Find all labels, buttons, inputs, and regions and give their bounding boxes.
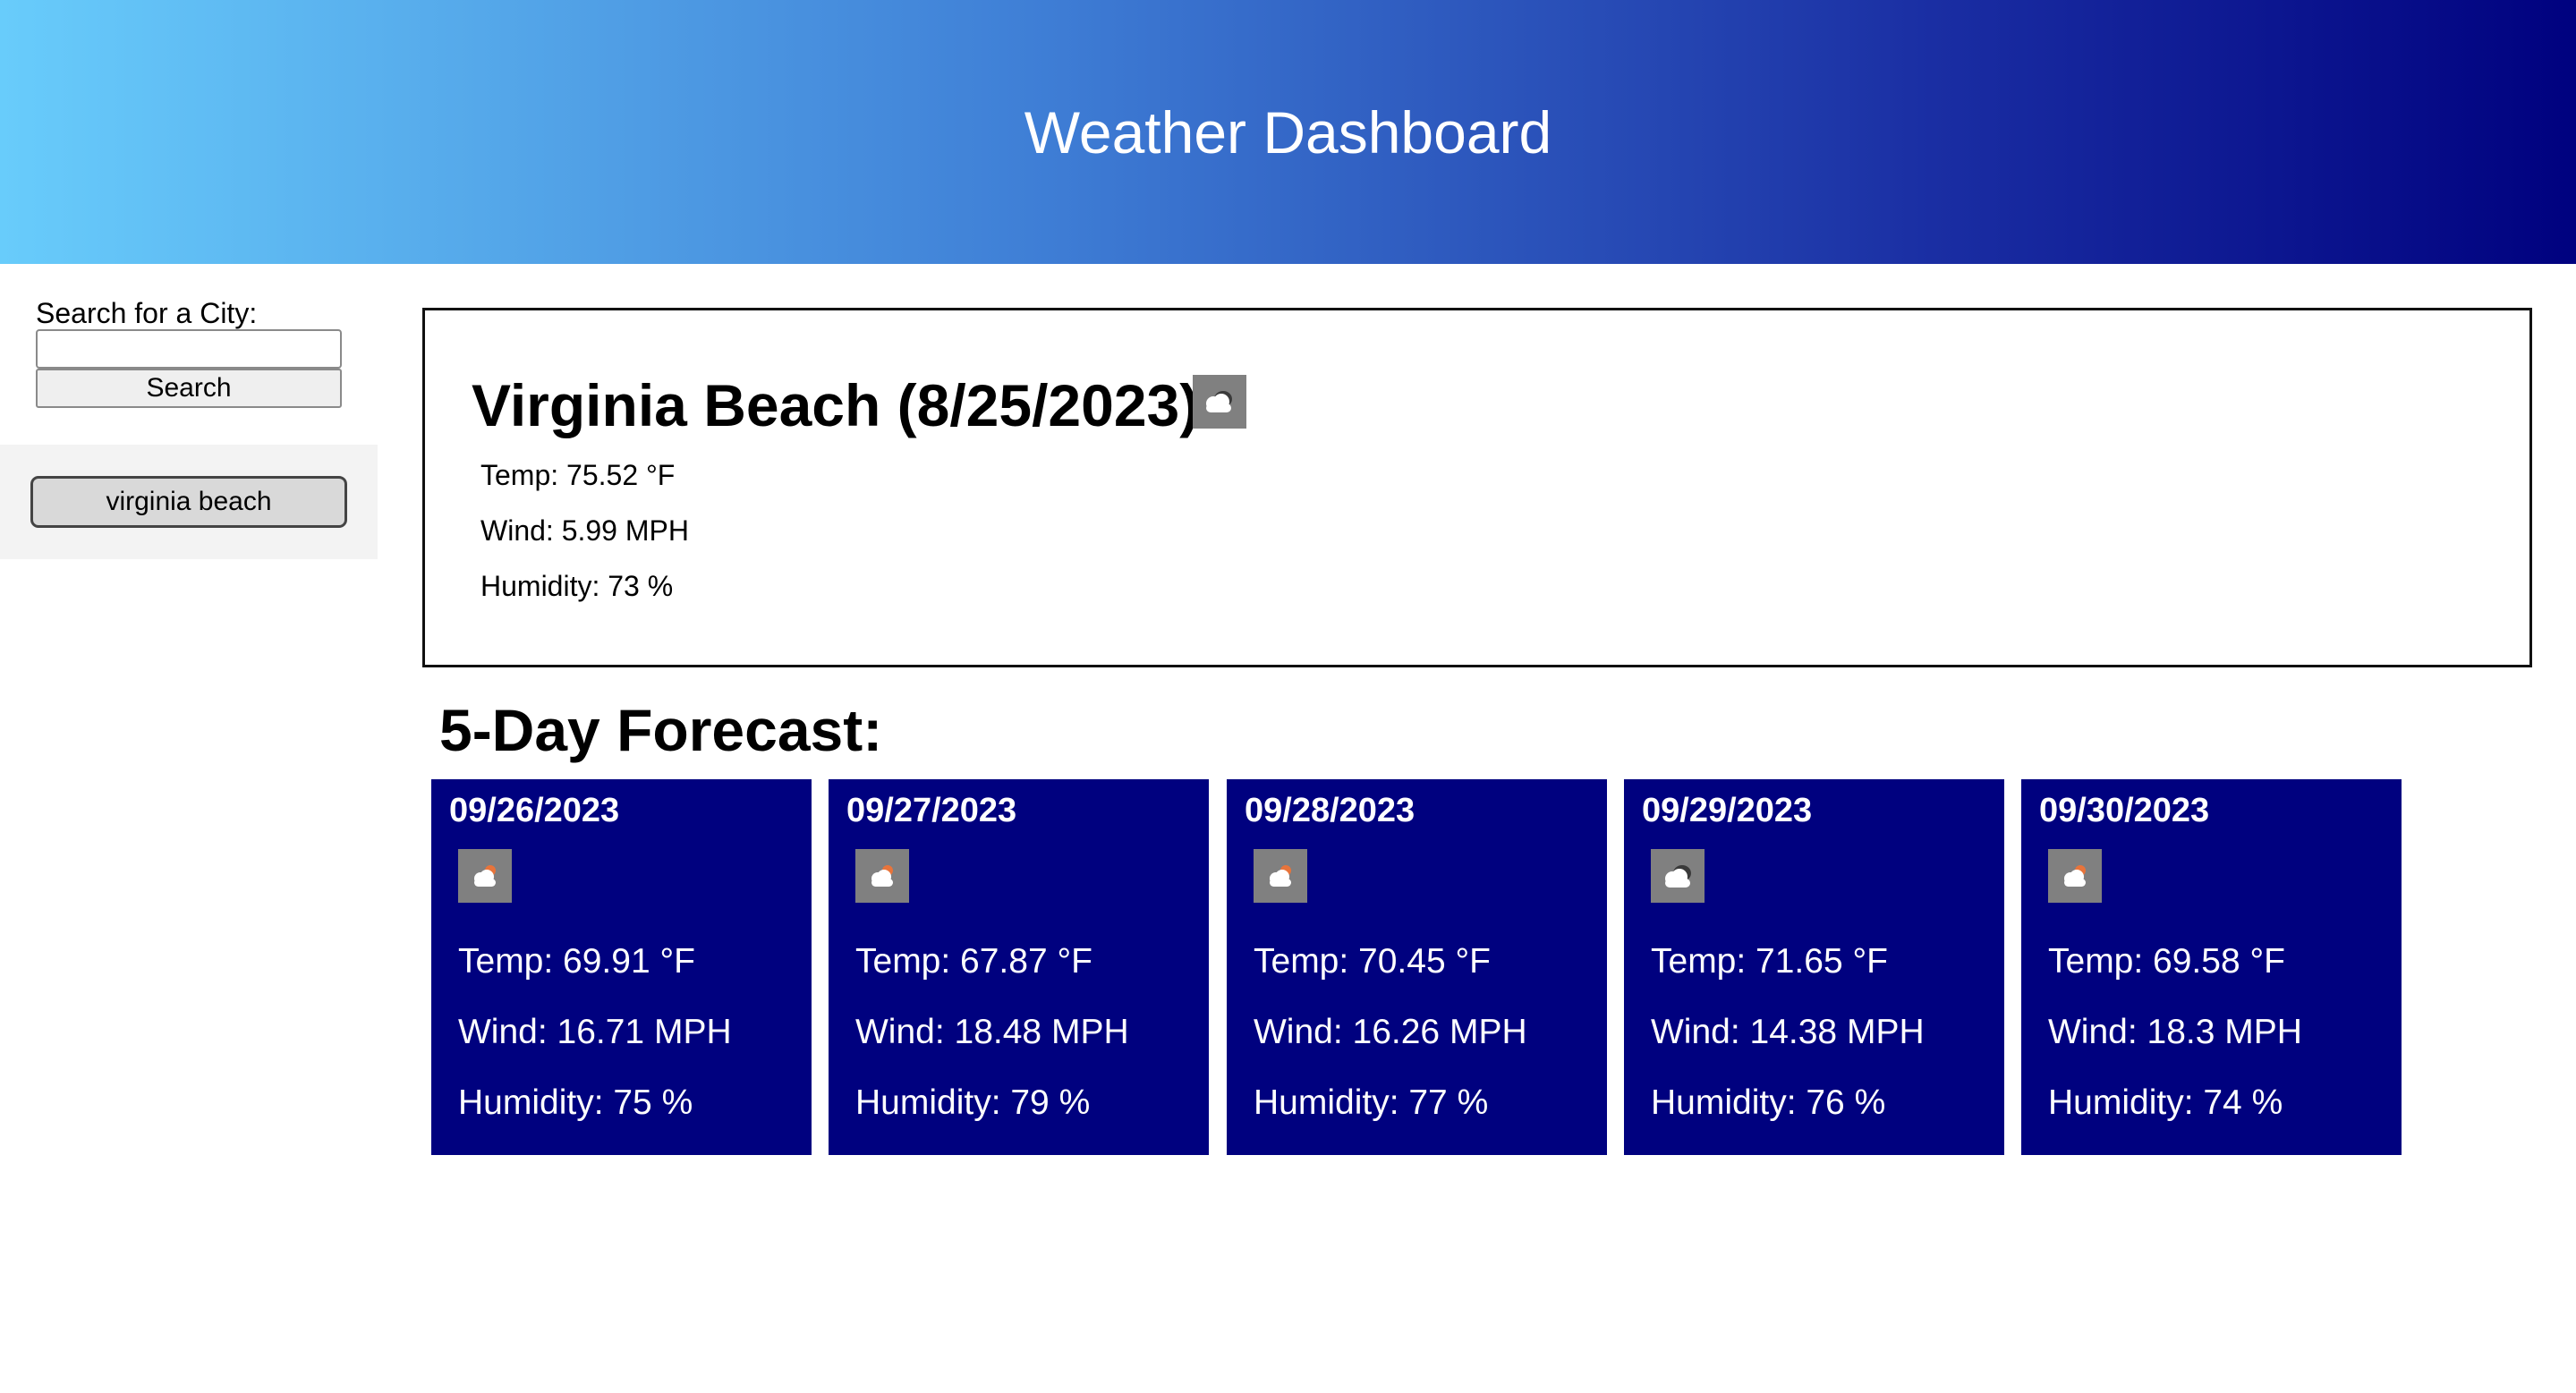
forecast-date: 09/26/2023 (449, 792, 620, 829)
search-label: Search for a City: (36, 297, 258, 329)
current-wind: Wind: 5.99 MPH (480, 514, 689, 547)
current-weather-card: Virginia Beach (8/25/2023) Temp: 75.52 °… (422, 308, 2532, 667)
partly-cloudy-icon (2048, 849, 2102, 903)
cloudy-icon (1651, 849, 1705, 903)
forecast-humidity: Humidity: 74 % (2048, 1083, 2283, 1122)
city-search-input[interactable] (36, 329, 342, 369)
forecast-humidity: Humidity: 79 % (855, 1083, 1091, 1122)
partly-cloudy-icon (458, 849, 512, 903)
forecast-wind: Wind: 16.26 MPH (1254, 1013, 1527, 1051)
cloudy-icon (1193, 375, 1246, 429)
forecast-temp: Temp: 69.91 °F (458, 942, 695, 981)
forecast-heading: 5-Day Forecast: (439, 697, 883, 763)
forecast-card: 09/26/2023 Temp: 69.91 °F Wind: 16.71 MP… (431, 779, 812, 1155)
current-humidity: Humidity: 73 % (480, 570, 674, 602)
forecast-wind: Wind: 16.71 MPH (458, 1013, 732, 1051)
partly-cloudy-icon (855, 849, 909, 903)
forecast-date: 09/27/2023 (846, 792, 1017, 829)
forecast-card: 09/28/2023 Temp: 70.45 °F Wind: 16.26 MP… (1227, 779, 1607, 1155)
forecast-wind: Wind: 18.3 MPH (2048, 1013, 2302, 1051)
forecast-temp: Temp: 67.87 °F (855, 942, 1092, 981)
forecast-card: 09/30/2023 Temp: 69.58 °F Wind: 18.3 MPH… (2021, 779, 2402, 1155)
forecast-humidity: Humidity: 77 % (1254, 1083, 1489, 1122)
forecast-humidity: Humidity: 76 % (1651, 1083, 1886, 1122)
forecast-card: 09/29/2023 Temp: 71.65 °F Wind: 14.38 MP… (1624, 779, 2004, 1155)
forecast-temp: Temp: 70.45 °F (1254, 942, 1491, 981)
forecast-temp: Temp: 69.58 °F (2048, 942, 2285, 981)
page-header: Weather Dashboard (0, 0, 2576, 264)
current-city-title: Virginia Beach (8/25/2023) (472, 372, 1200, 438)
forecast-date: 09/28/2023 (1245, 792, 1416, 829)
search-button[interactable]: Search (36, 369, 342, 408)
forecast-wind: Wind: 14.38 MPH (1651, 1013, 1925, 1051)
current-temp: Temp: 75.52 °F (480, 459, 676, 491)
forecast-date: 09/30/2023 (2039, 792, 2210, 829)
forecast-temp: Temp: 71.65 °F (1651, 942, 1888, 981)
page-title: Weather Dashboard (1024, 98, 1552, 166)
forecast-card: 09/27/2023 Temp: 67.87 °F Wind: 18.48 MP… (829, 779, 1209, 1155)
history-city-button[interactable]: virginia beach (30, 476, 347, 528)
forecast-wind: Wind: 18.48 MPH (855, 1013, 1129, 1051)
partly-cloudy-icon (1254, 849, 1307, 903)
forecast-humidity: Humidity: 75 % (458, 1083, 693, 1122)
search-history-panel: virginia beach (0, 445, 378, 559)
forecast-date: 09/29/2023 (1642, 792, 1813, 829)
